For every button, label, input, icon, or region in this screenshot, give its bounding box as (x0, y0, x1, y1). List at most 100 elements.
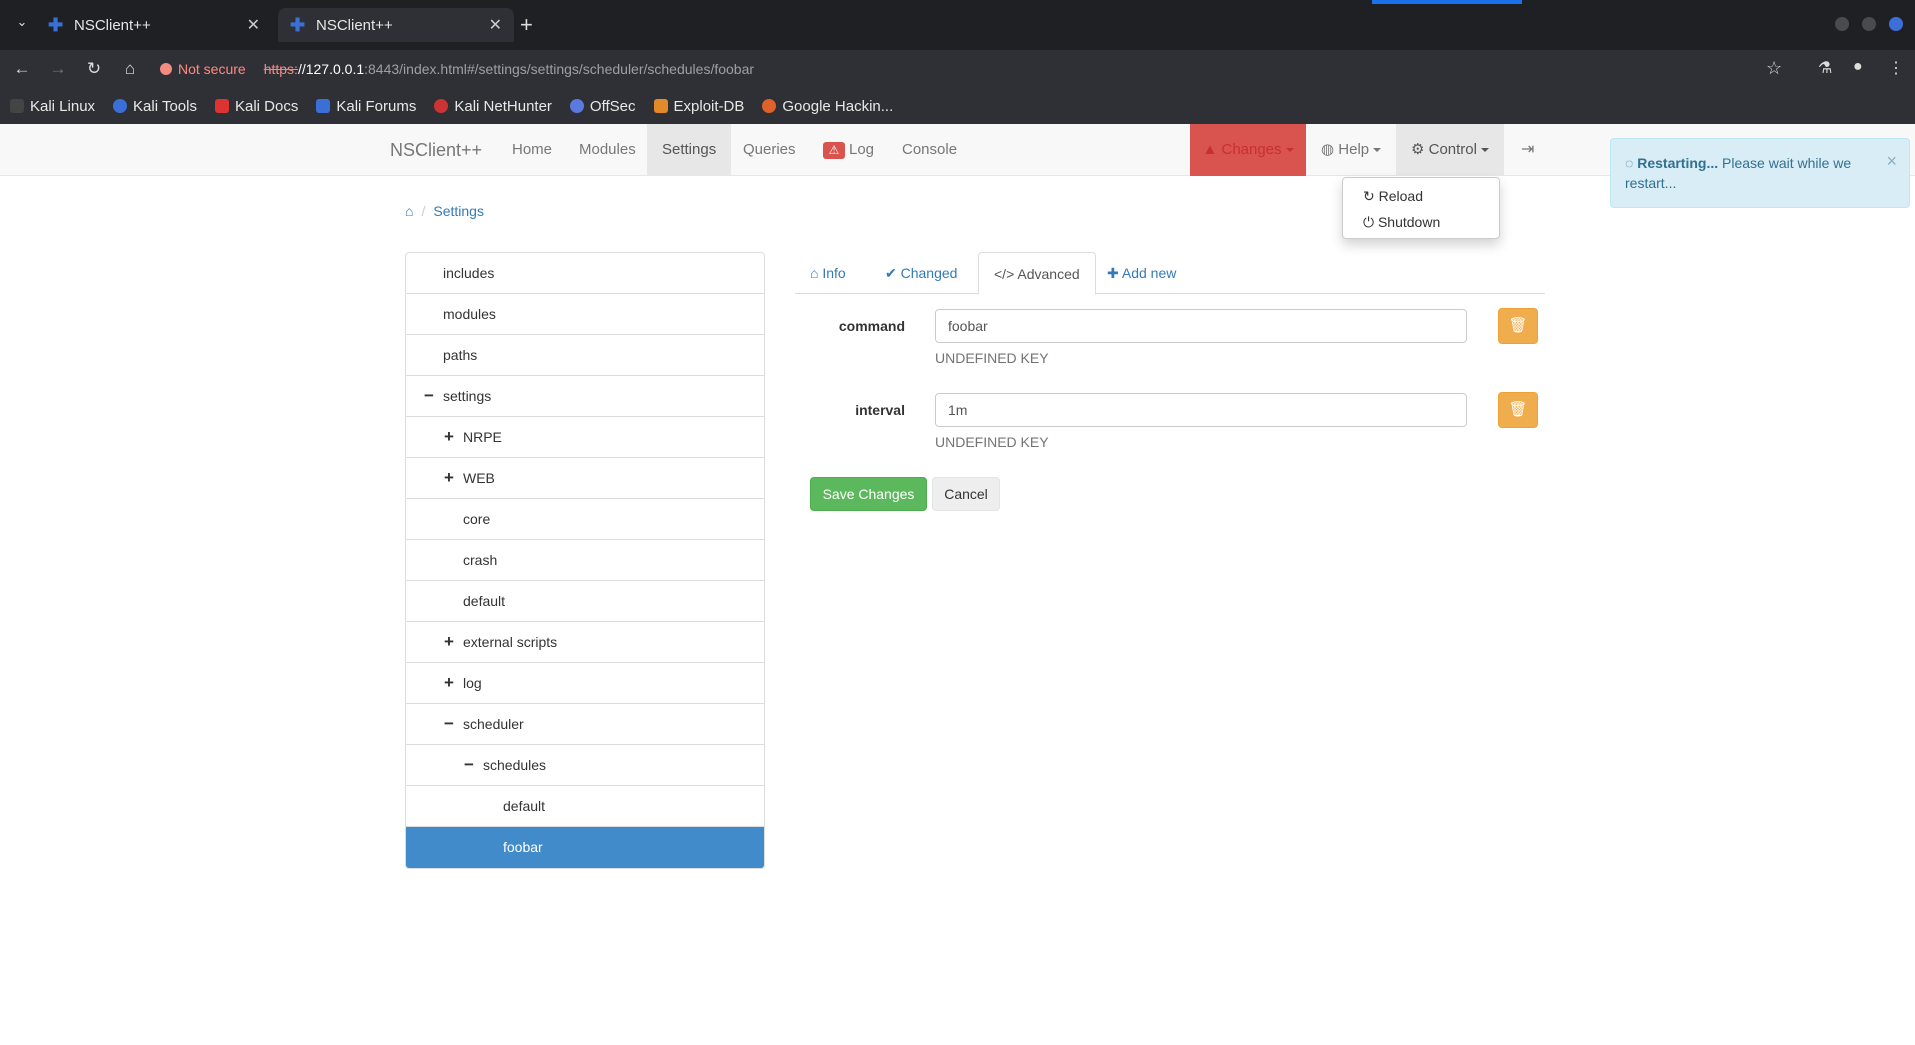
tab-title: NSClient++ (316, 16, 393, 34)
tree-item[interactable]: default (406, 581, 764, 622)
close-icon[interactable]: × (1886, 151, 1897, 171)
tab-add-new[interactable]: ✚ Add new (1092, 252, 1191, 294)
tree-item[interactable]: default (406, 786, 764, 827)
url-host: //127.0.0.1 (297, 61, 365, 77)
bookmark-kali-tools[interactable]: Kali Tools (113, 98, 197, 115)
expand-plus-icon[interactable]: + (442, 458, 456, 498)
refresh-icon: ↻ (1363, 188, 1375, 204)
command-input[interactable] (935, 309, 1467, 343)
close-tab-icon[interactable]: ✕ (247, 15, 260, 35)
tree-item-label: external scripts (463, 634, 558, 650)
nav-home[interactable]: Home (497, 124, 567, 176)
bookmark-kali-linux[interactable]: Kali Linux (10, 98, 95, 115)
bookmark-label: Kali Docs (234, 97, 299, 115)
bookmark-kali-docs[interactable]: Kali Docs (214, 97, 299, 115)
tab-list-icon[interactable]: ⌄ (4, 14, 40, 30)
url-field[interactable]: Not secure https: //127.0.0.1 :8443/inde… (160, 61, 754, 77)
tree-item[interactable]: + external scripts (406, 622, 764, 663)
forward-icon[interactable]: → (40, 59, 76, 79)
bookmark-label: OffSec (589, 97, 636, 115)
reload-page-icon[interactable]: ↻ (76, 59, 112, 79)
kali-docs-icon (214, 99, 229, 113)
tree-item[interactable]: + NRPE (406, 417, 764, 458)
delete-interval-button[interactable]: 🗑 (1498, 392, 1538, 428)
menu-item-shutdown[interactable]: ⏻ Shutdown (1343, 209, 1499, 235)
home-icon[interactable]: ⌂ (405, 203, 413, 219)
tree-item[interactable]: − scheduler (406, 704, 764, 745)
interval-help: UNDEFINED KEY (935, 434, 1049, 450)
save-changes-button[interactable]: Save Changes (810, 477, 927, 511)
command-label: command (838, 318, 905, 334)
tree-item[interactable]: − schedules (406, 745, 764, 786)
maximize-window-icon[interactable] (1862, 17, 1876, 31)
nav-changes[interactable]: ▲ Changes (1190, 124, 1306, 176)
breadcrumb: ⌂ / Settings (405, 203, 484, 219)
kali-tools-icon (113, 99, 128, 113)
nav-modules[interactable]: Modules (564, 124, 651, 176)
tree-item[interactable]: − settings (406, 376, 764, 417)
nav-log[interactable]: ⚠ Log (808, 124, 889, 176)
breadcrumb-separator: / (421, 203, 426, 219)
new-tab-icon[interactable]: + (520, 12, 533, 38)
browser-tab-1[interactable]: ✚ NSClient++ ✕ (36, 8, 272, 42)
tree-item[interactable]: crash (406, 540, 764, 581)
restart-alert: ◌ Restarting... Please wait while we res… (1610, 138, 1910, 208)
nav-control[interactable]: ⚙ Control (1396, 124, 1504, 176)
bookmark-star-icon[interactable]: ☆ (1766, 58, 1782, 79)
address-bar: ← → ↻ ⌂ Not secure https: //127.0.0.1 :8… (0, 50, 1915, 88)
breadcrumb-current[interactable]: Settings (433, 203, 484, 219)
tree-item-label: default (503, 798, 546, 814)
bookmark-kali-nethunter[interactable]: Kali NetHunter (434, 98, 552, 115)
interval-input[interactable] (935, 393, 1467, 427)
tree-item[interactable]: includes (406, 253, 764, 294)
menu-icon[interactable]: ⋮ (1888, 58, 1904, 78)
nav-help[interactable]: ◍ Help (1306, 124, 1396, 176)
bookmark-label: Google Hackin... (782, 97, 894, 115)
expand-plus-icon[interactable]: + (442, 622, 456, 662)
browser-tab-2[interactable]: ✚ NSClient++ ✕ (278, 8, 514, 42)
bookmark-label: Exploit-DB (673, 97, 745, 115)
tab-changed[interactable]: ✔ Changed (870, 252, 972, 294)
security-indicator[interactable]: Not secure (160, 61, 246, 77)
interval-label: interval (855, 402, 905, 418)
cancel-button[interactable]: Cancel (932, 477, 1000, 511)
settings-tabs: ⌂ Info ✔ Changed </> Advanced ✚ Add new (795, 252, 1545, 295)
alert-title: Restarting... (1637, 155, 1719, 171)
tab-advanced[interactable]: </> Advanced (978, 252, 1096, 295)
expand-plus-icon[interactable]: + (442, 663, 456, 703)
collapse-minus-icon[interactable]: − (442, 704, 456, 744)
tree-item[interactable]: core (406, 499, 764, 540)
delete-command-button[interactable]: 🗑 (1498, 308, 1538, 344)
collapse-minus-icon[interactable]: − (462, 745, 476, 785)
nav-console[interactable]: Console (887, 124, 972, 176)
bookmark-kali-forums[interactable]: Kali Forums (316, 98, 416, 115)
bookmark-label: Kali Tools (133, 97, 197, 115)
back-icon[interactable]: ← (4, 59, 40, 79)
nav-settings[interactable]: Settings (647, 124, 732, 176)
minimize-window-icon[interactable] (1835, 17, 1849, 31)
nav-queries[interactable]: Queries (728, 124, 811, 176)
bookmark-google-hacking[interactable]: Google Hackin... (762, 98, 893, 115)
close-window-icon[interactable] (1889, 17, 1903, 31)
tab-label: Info (822, 265, 846, 281)
bookmark-offsec[interactable]: OffSec (569, 97, 636, 115)
tree-item[interactable]: modules (406, 294, 764, 335)
close-tab-icon[interactable]: ✕ (489, 15, 502, 35)
tree-item-label: scheduler (463, 716, 524, 732)
tree-item[interactable]: + WEB (406, 458, 764, 499)
menu-item-reload[interactable]: ↻ Reload (1343, 183, 1499, 209)
labs-flask-icon[interactable]: ⚗ (1818, 58, 1832, 78)
tab-info[interactable]: ⌂ Info (795, 252, 861, 294)
profile-icon[interactable]: ● (1853, 58, 1863, 76)
tree-item[interactable]: paths (406, 335, 764, 376)
app-brand[interactable]: NSClient++ (390, 124, 482, 176)
expand-plus-icon[interactable]: + (442, 417, 456, 457)
logout-icon[interactable]: ⇥ (1506, 124, 1549, 176)
bookmark-exploit-db[interactable]: Exploit-DB (653, 97, 745, 115)
tree-item-label: core (463, 511, 491, 527)
collapse-minus-icon[interactable]: − (422, 376, 436, 416)
home-icon[interactable]: ⌂ (112, 59, 148, 79)
tab-label: Advanced (1017, 266, 1080, 282)
tree-item[interactable]: foobar (406, 827, 764, 868)
tree-item[interactable]: + log (406, 663, 764, 704)
